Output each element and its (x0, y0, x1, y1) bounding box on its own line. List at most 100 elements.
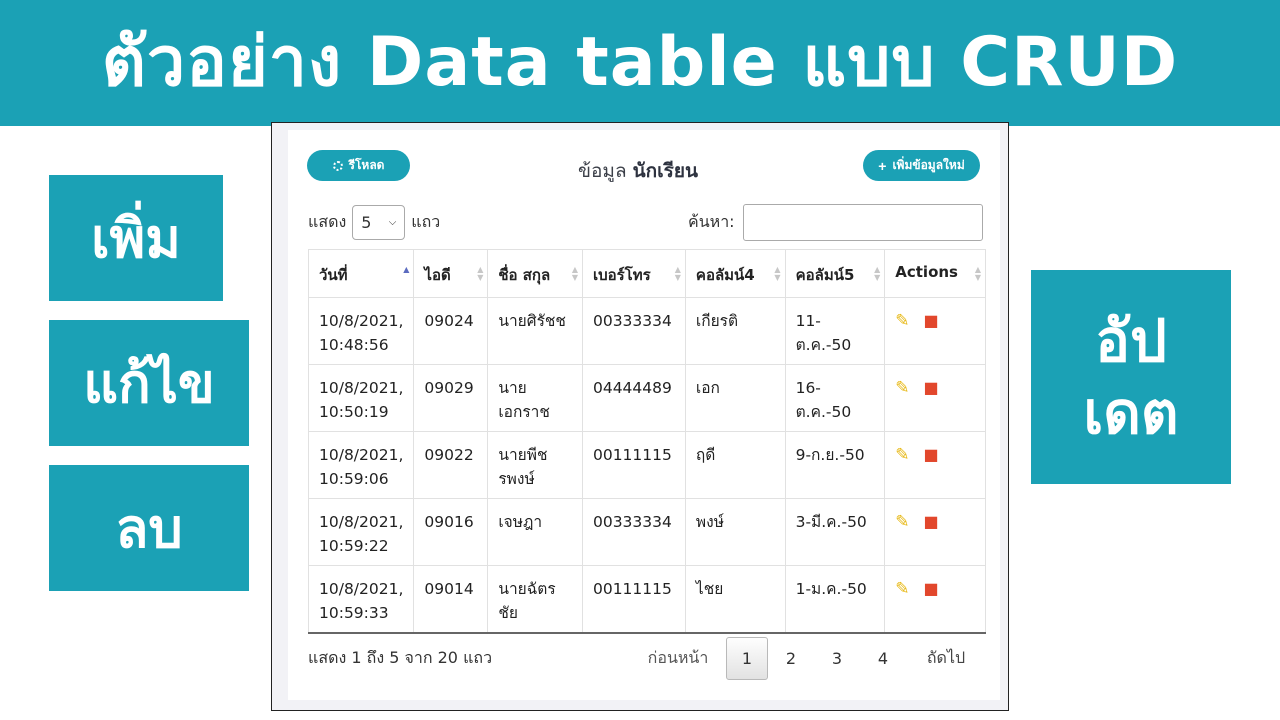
cell-actions: ✎ ■ (884, 565, 986, 634)
col-date-label: วันที่ (319, 266, 348, 284)
rows-per-page-select[interactable]: 5 ⌵ (352, 205, 406, 240)
length-show-label: แสดง (308, 212, 347, 231)
cell-col4: ไชย (684, 565, 786, 634)
cell-date: 10/8/2021, 10:59:22 (307, 498, 415, 566)
pencil-icon[interactable]: ✎ (895, 309, 909, 333)
banner-title: ตัวอย่าง Data table แบบ CRUD (0, 0, 1280, 126)
search-control: ค้นหา: (688, 204, 983, 241)
sort-icon: ▲ ▼ (477, 265, 484, 282)
cell-id: 09014 (413, 565, 489, 634)
add-new-button[interactable]: + เพิ่มข้อมูลใหม่ (863, 150, 980, 181)
table-header-row: วันที่ ▲ ไอดี ▲ ▼ ชื่อ สกุล ▲ ▼ เบอร์โทร ▲ ▼ คอ… (307, 249, 986, 298)
cell-date-day: 10/8/2021, (319, 446, 404, 464)
trash-icon[interactable]: ■ (924, 510, 939, 534)
rows-per-page-value: 5 (361, 213, 372, 232)
cell-date-day: 10/8/2021, (319, 580, 404, 598)
pencil-icon[interactable]: ✎ (895, 510, 909, 534)
cell-actions: ✎ ■ (884, 431, 986, 499)
pagination-page[interactable]: 2 (768, 649, 814, 668)
trash-icon[interactable]: ■ (924, 443, 939, 467)
table-row: 10/8/2021, 10:48:56 09024 นายศิรัชช 00333… (307, 297, 986, 365)
data-card: รีโหลด ข้อมูล นักเรียน + เพิ่มข้อมูลใหม่… (288, 130, 1000, 700)
pagination-page-current[interactable]: 1 (726, 637, 768, 680)
students-table: วันที่ ▲ ไอดี ▲ ▼ ชื่อ สกุล ▲ ▼ เบอร์โทร ▲ ▼ คอ… (307, 249, 986, 634)
reload-label: รีโหลด (348, 158, 385, 172)
label-edit: แก้ไข (49, 320, 249, 446)
sort-icon: ▲ ▼ (974, 265, 981, 282)
col-id-header[interactable]: ไอดี ▲ ▼ (413, 249, 489, 298)
plus-icon: + (878, 157, 887, 174)
cell-date: 10/8/2021, 10:50:19 (307, 364, 415, 432)
cell-name-line1: นายฉัตร (498, 580, 556, 598)
cell-name-line2: ชัย (498, 604, 518, 622)
cell-date-time: 10:48:56 (319, 336, 389, 354)
card-title-prefix: ข้อมูล (578, 160, 627, 182)
search-input[interactable] (742, 204, 983, 241)
cell-id: 09029 (413, 364, 489, 432)
trash-icon[interactable]: ■ (924, 309, 939, 333)
pagination-next[interactable]: ถัดไป (906, 646, 986, 671)
cell-col4: เกียรติ (684, 297, 786, 365)
cell-col4: ฤดี (684, 431, 786, 499)
col-name-header[interactable]: ชื่อ สกุล ▲ ▼ (487, 249, 583, 298)
cell-name-line2: รพงษ์ (498, 470, 535, 488)
cell-name: นายฉัตรชัย (487, 565, 583, 634)
cell-date-time: 10:59:22 (319, 537, 389, 555)
col-5-header[interactable]: คอลัมน์5 ▲ ▼ (784, 249, 886, 298)
pencil-icon[interactable]: ✎ (895, 577, 909, 601)
trash-icon[interactable]: ■ (924, 376, 939, 400)
sort-icon: ▲ (403, 265, 410, 274)
cell-name-line2: เอกราช (498, 403, 550, 421)
cell-col5: 1-ม.ค.-50 (784, 565, 886, 634)
cell-name-line1: นายพีช (498, 446, 548, 464)
label-update-line1: อัป (1095, 306, 1167, 375)
col-date-header[interactable]: วันที่ ▲ (307, 249, 415, 298)
app-window: รีโหลด ข้อมูล นักเรียน + เพิ่มข้อมูลใหม่… (271, 122, 1009, 711)
pagination-page[interactable]: 3 (814, 649, 860, 668)
cell-name: นายเอกราช (487, 364, 583, 432)
sort-icon: ▲ ▼ (774, 265, 781, 282)
cell-name-line1: เจษฎา (498, 513, 543, 531)
cell-id: 09016 (413, 498, 489, 566)
cell-col4: เอก (684, 364, 786, 432)
pagination-page[interactable]: 4 (860, 649, 906, 668)
table-row: 10/8/2021, 10:50:19 09029 นายเอกราช 04444… (307, 364, 986, 432)
cell-name-line1: นายศิรัชช (498, 312, 566, 330)
trash-icon[interactable]: ■ (924, 577, 939, 601)
table-info: แสดง 1 ถึง 5 จาก 20 แถว (308, 648, 493, 667)
col-actions-label: Actions (895, 263, 958, 281)
col-4-header[interactable]: คอลัมน์4 ▲ ▼ (684, 249, 786, 298)
col-id-label: ไอดี (424, 266, 451, 284)
length-control: แสดง 5 ⌵ แถว (308, 205, 440, 240)
table-row: 10/8/2021, 10:59:06 09022 นายพีช รพงษ์ 001… (307, 431, 986, 499)
cell-phone: 00333334 (581, 297, 686, 365)
cell-id: 09022 (413, 431, 489, 499)
pencil-icon[interactable]: ✎ (895, 443, 909, 467)
cell-name-line1: นาย (498, 379, 527, 397)
cell-phone: 00111115 (581, 565, 686, 634)
cell-date-day: 10/8/2021, (319, 312, 404, 330)
add-new-label: เพิ่มข้อมูลใหม่ (892, 158, 965, 172)
label-add: เพิ่ม (49, 175, 223, 301)
col-actions-header[interactable]: Actions ▲ ▼ (884, 249, 986, 298)
col-phone-header[interactable]: เบอร์โทร ▲ ▼ (581, 249, 686, 298)
search-label: ค้นหา: (688, 212, 735, 231)
col-phone-label: เบอร์โทร (592, 266, 651, 284)
length-rows-label: แถว (411, 212, 441, 231)
cell-phone: 04444489 (581, 364, 686, 432)
cell-date-time: 10:59:33 (319, 604, 389, 622)
card-title-main: นักเรียน (632, 160, 698, 182)
spinner-icon (332, 160, 343, 171)
cell-col5: 3-มี.ค.-50 (784, 498, 886, 566)
label-update-line2: เดต (1083, 379, 1179, 447)
reload-button[interactable]: รีโหลด (307, 150, 410, 181)
pencil-icon[interactable]: ✎ (895, 376, 909, 400)
chevron-down-icon: ⌵ (388, 217, 397, 228)
sort-icon: ▲ ▼ (874, 265, 881, 282)
pagination-prev[interactable]: ก่อนหน้า (638, 646, 718, 671)
label-delete: ลบ (49, 465, 249, 591)
cell-actions: ✎ ■ (884, 498, 986, 566)
cell-id: 09024 (413, 297, 489, 365)
card-title: ข้อมูล นักเรียน (488, 156, 788, 186)
cell-actions: ✎ ■ (884, 364, 986, 432)
